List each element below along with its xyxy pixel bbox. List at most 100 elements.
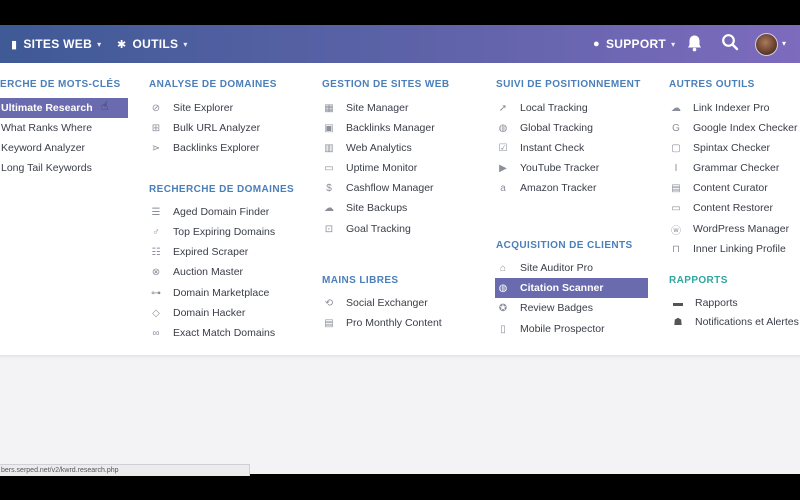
menu-item-keyword-analyzer[interactable]: Keyword Analyzer xyxy=(1,138,85,158)
menu-item-label: Goal Tracking xyxy=(346,223,411,235)
menu-item-content-restorer[interactable]: ▭ Content Restorer xyxy=(670,198,773,218)
menu-item-exact-match-domains[interactable]: ∞ Exact Match Domains xyxy=(150,323,275,343)
menu-item-uptime-monitor[interactable]: ▭ Uptime Monitor xyxy=(323,158,417,178)
checklist-icon: ☑ xyxy=(498,142,508,154)
menu-item-notifications[interactable]: ☗ Notifications et Alertes xyxy=(672,312,799,332)
menu-item-label: Site Backups xyxy=(346,202,408,214)
menu-item-domain-marketplace[interactable]: ⊶ Domain Marketplace xyxy=(150,283,269,303)
menu-item-auction-master[interactable]: ⊗ Auction Master xyxy=(150,262,243,282)
menu-item-what-ranks-where[interactable]: What Ranks Where xyxy=(1,118,92,138)
menu-item-label: Content Curator xyxy=(693,182,768,194)
menu-item-ultimate-research[interactable]: Ultimate Research xyxy=(0,98,128,118)
menu-item-rapports[interactable]: ▬ Rapports xyxy=(672,293,738,313)
sites-web-menu[interactable]: ▮ SITES WEB ▾ xyxy=(11,37,101,51)
diamond-icon: ◇ xyxy=(152,307,160,319)
compass-icon: ⊘ xyxy=(151,102,161,114)
hand-cursor-icon: ☝ xyxy=(101,99,109,113)
search-icon[interactable] xyxy=(721,33,739,56)
document-icon: ▤ xyxy=(324,317,334,329)
menu-item-backlinks-explorer[interactable]: ⋗ Backlinks Explorer xyxy=(150,138,260,158)
bell-icon[interactable] xyxy=(686,34,703,57)
menu-item-cashflow-manager[interactable]: $ Cashflow Manager xyxy=(323,178,434,198)
bar-chart-icon: ▥ xyxy=(324,142,334,154)
badge-icon: ✪ xyxy=(498,302,508,314)
menu-item-domain-hacker[interactable]: ◇ Domain Hacker xyxy=(150,303,245,323)
mobile-icon: ▯ xyxy=(500,323,506,335)
section-title-domain-analysis: ANALYSE DE DOMAINES xyxy=(149,79,277,90)
menu-item-label: Domain Hacker xyxy=(173,307,246,319)
menu-item-pro-monthly-content[interactable]: ▤ Pro Monthly Content xyxy=(323,313,442,333)
menu-item-label: Domain Marketplace xyxy=(173,287,270,299)
menu-item-label: Backlinks Explorer xyxy=(173,142,260,154)
menu-item-label: Inner Linking Profile xyxy=(693,243,786,255)
menu-item-label: Link Indexer Pro xyxy=(693,102,770,114)
menu-item-review-badges[interactable]: ✪ Review Badges xyxy=(497,298,593,318)
menu-item-amazon-tracker[interactable]: a Amazon Tracker xyxy=(497,178,596,198)
menu-item-link-indexer-pro[interactable]: ☁ Link Indexer Pro xyxy=(670,98,769,118)
menu-item-site-manager[interactable]: ▦ Site Manager xyxy=(323,98,408,118)
briefcase-icon: ▮ xyxy=(11,38,18,51)
menu-item-grammar-checker[interactable]: I Grammar Checker xyxy=(670,158,780,178)
outils-menu[interactable]: ✱ OUTILS ▾ xyxy=(117,37,188,51)
menu-item-label: Pro Monthly Content xyxy=(346,317,442,329)
menu-item-instant-check[interactable]: ☑ Instant Check xyxy=(497,138,585,158)
chevron-down-icon: ▾ xyxy=(183,39,188,49)
menu-item-label: Site Explorer xyxy=(173,102,234,114)
support-menu[interactable]: ● SUPPORT ▾ xyxy=(593,37,675,51)
menu-item-label: Cashflow Manager xyxy=(346,182,434,194)
menu-item-label: Grammar Checker xyxy=(693,162,780,174)
menu-item-site-backups[interactable]: ☁ Site Backups xyxy=(323,198,407,218)
menu-item-mobile-prospector[interactable]: ▯ Mobile Prospector xyxy=(497,319,604,339)
menu-item-local-tracking[interactable]: ➚ Local Tracking xyxy=(497,98,588,118)
avatar[interactable] xyxy=(755,33,778,56)
menu-item-spintax-checker[interactable]: ▢ Spintax Checker xyxy=(670,138,770,158)
menu-item-label: Rapports xyxy=(695,297,738,309)
chevron-down-icon[interactable]: ▾ xyxy=(782,39,786,48)
menu-item-top-expiring-domains[interactable]: ♂ Top Expiring Domains xyxy=(150,222,275,242)
menu-item-label: Backlinks Manager xyxy=(346,122,435,134)
menu-item-label: Ultimate Research xyxy=(1,102,93,114)
mega-menu: ERCHE DE MOTS-CLÉS Ultimate Research ☝ W… xyxy=(0,63,800,355)
archive-icon: ▭ xyxy=(671,202,681,214)
menu-item-content-curator[interactable]: ▤ Content Curator xyxy=(670,178,768,198)
cloud-icon: ☁ xyxy=(324,202,334,214)
sites-web-label: SITES WEB xyxy=(23,37,93,51)
menu-item-label: Citation Scanner xyxy=(520,282,604,294)
help-circle-icon: ● xyxy=(593,38,600,50)
menu-item-label: Bulk URL Analyzer xyxy=(173,122,261,134)
wordpress-icon: ⓦ xyxy=(671,225,681,237)
menu-item-site-explorer[interactable]: ⊘ Site Explorer xyxy=(150,98,233,118)
menu-item-label: Exact Match Domains xyxy=(173,327,276,339)
menu-item-social-exchanger[interactable]: ⟲ Social Exchanger xyxy=(323,293,428,313)
menu-item-backlinks-manager[interactable]: ▣ Backlinks Manager xyxy=(323,118,435,138)
menu-item-bulk-url-analyzer[interactable]: ⊞ Bulk URL Analyzer xyxy=(150,118,260,138)
eye-off-icon: ⊗ xyxy=(151,266,161,278)
amazon-icon: a xyxy=(500,182,506,194)
chevron-down-icon: ▾ xyxy=(671,39,676,49)
menu-item-wordpress-manager[interactable]: ⓦ WordPress Manager xyxy=(670,219,789,239)
menu-item-label: Web Analytics xyxy=(346,142,412,154)
menu-item-aged-domain-finder[interactable]: ☰ Aged Domain Finder xyxy=(150,202,270,222)
menu-item-long-tail-keywords[interactable]: Long Tail Keywords xyxy=(1,158,92,178)
menu-item-youtube-tracker[interactable]: ▶ YouTube Tracker xyxy=(497,158,599,178)
youtube-icon: ▶ xyxy=(499,162,507,174)
menu-item-web-analytics[interactable]: ▥ Web Analytics xyxy=(323,138,412,158)
menu-item-inner-linking-profile[interactable]: ⊓ Inner Linking Profile xyxy=(670,239,786,259)
menu-item-citation-scanner[interactable]: ◍ Citation Scanner xyxy=(495,278,648,298)
menu-item-label: Aged Domain Finder xyxy=(173,206,270,218)
menu-item-global-tracking[interactable]: ◍ Global Tracking xyxy=(497,118,593,138)
menu-item-expired-scraper[interactable]: ☷ Expired Scraper xyxy=(150,242,249,262)
monitor-icon: ▭ xyxy=(324,162,334,174)
section-title-domain-research: RECHERCHE DE DOMAINES xyxy=(149,184,295,195)
menu-item-label: Long Tail Keywords xyxy=(1,162,92,174)
menu-item-goal-tracking[interactable]: ⊡ Goal Tracking xyxy=(323,219,411,239)
globe-icon: ◍ xyxy=(498,282,508,294)
menu-item-label: Keyword Analyzer xyxy=(1,142,86,154)
dollar-icon: $ xyxy=(326,182,332,194)
menu-item-site-auditor-pro[interactable]: ⌂ Site Auditor Pro xyxy=(497,258,593,278)
menu-item-google-index-checker[interactable]: G Google Index Checker xyxy=(670,118,797,138)
send-icon: ➚ xyxy=(498,102,508,114)
status-bar-url: bers.serped.net/v2/kwrd.research.php xyxy=(0,464,250,476)
document-icon: ▤ xyxy=(671,182,681,194)
menu-item-label: Amazon Tracker xyxy=(520,182,597,194)
